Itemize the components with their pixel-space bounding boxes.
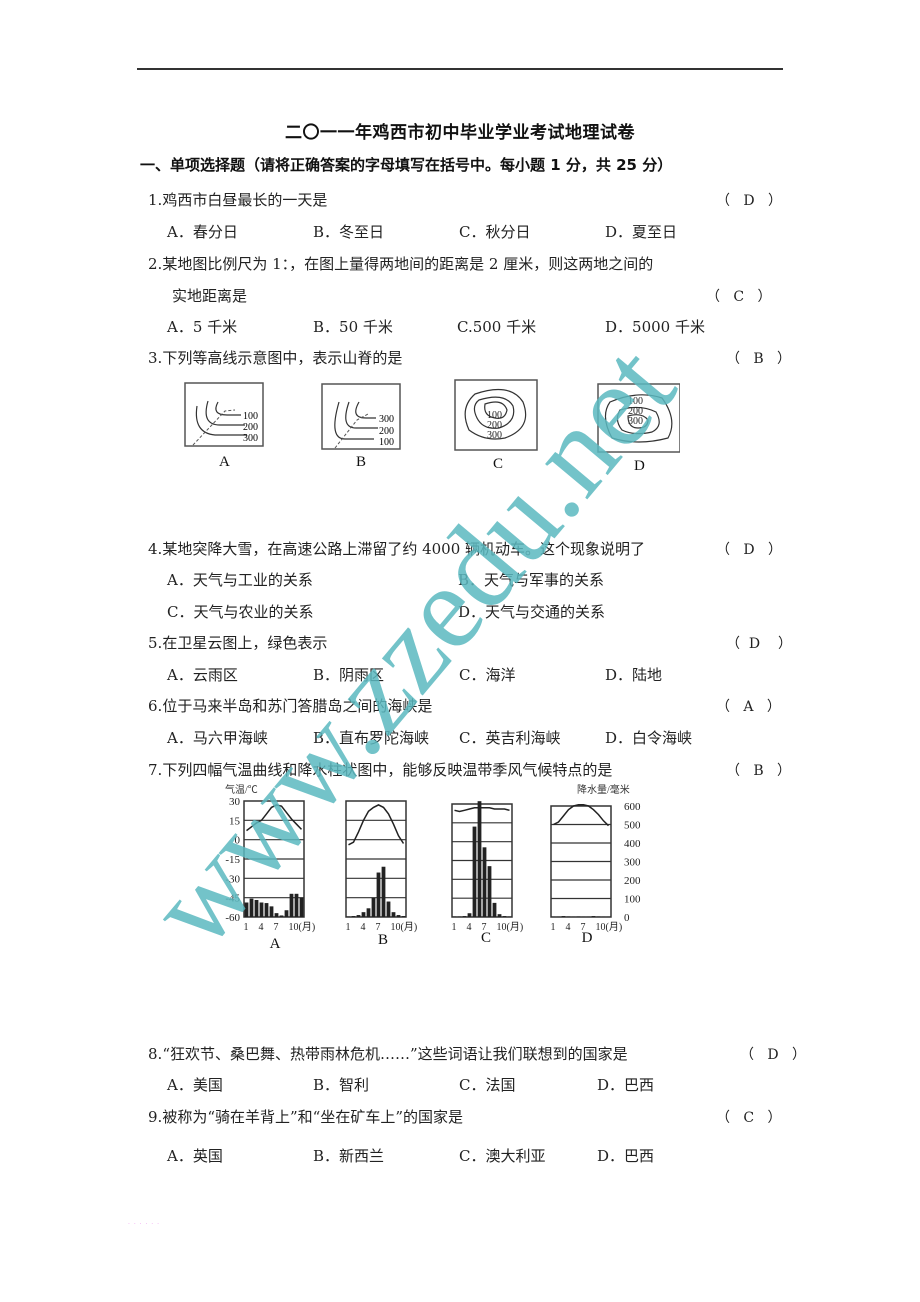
y-tick-left: -15 (225, 854, 240, 866)
precip-bar (259, 902, 264, 917)
right-axis-title: 降水量/毫米 (577, 783, 630, 796)
precip-bar (487, 866, 492, 917)
y-tick-right: 600 (624, 801, 641, 813)
x-tick-label: 4 (361, 922, 366, 933)
y-tick-right: 200 (624, 875, 641, 887)
precip-bar (492, 902, 497, 917)
x-tick-label: 1 (551, 922, 556, 933)
precip-bar (507, 916, 512, 917)
y-tick-right: 500 (624, 820, 641, 832)
precip-bar (361, 912, 366, 917)
decorative-dots: · · · · · · (128, 1221, 160, 1228)
precip-bar (269, 906, 274, 917)
precip-bar (482, 847, 487, 917)
precip-bar (457, 916, 462, 917)
option-9b: B．新西兰 (313, 1147, 385, 1165)
precip-bar (284, 910, 289, 917)
precip-bar (472, 826, 477, 917)
precip-bar (274, 913, 279, 917)
precip-bar (254, 899, 259, 917)
y-tick-left: -60 (225, 912, 240, 924)
precip-bar (396, 915, 401, 917)
precip-bar (366, 908, 371, 917)
option-9c: C．澳大利亚 (459, 1147, 546, 1165)
precip-bar (566, 916, 571, 917)
x-tick-label: 10(月) (497, 921, 524, 933)
precip-bar (502, 916, 507, 917)
chart-label: D (582, 930, 593, 946)
option-9a: A．英国 (167, 1147, 223, 1165)
x-tick-label: 7 (274, 922, 279, 933)
y-tick-right: 300 (624, 857, 641, 869)
precip-bar (591, 916, 596, 917)
precip-bar (497, 914, 502, 917)
precip-bar (351, 916, 356, 917)
precip-bar (289, 893, 294, 917)
precip-bar (299, 897, 304, 917)
question-stem: “狂欢节、桑巴舞、热带雨林危机……”这些词语让我们联想到的国家是 (162, 1045, 628, 1063)
climate-chart-a: 1 4 7 10(月) A 30 15 0 -15 -30 -45 -60 (225, 796, 315, 952)
climate-chart-c: 1 4 7 10(月)C (451, 801, 524, 946)
x-tick-label: 10(月) (289, 921, 316, 933)
climate-chart-d: 1 4 7 10(月)D6005004003002001000 (550, 801, 641, 946)
option-9d: D．巴西 (597, 1147, 655, 1165)
chart-label: A (270, 936, 281, 952)
precip-bar (264, 903, 269, 917)
y-tick-left: 0 (235, 835, 241, 847)
option-8d: D．巴西 (597, 1076, 655, 1094)
precip-bar (244, 902, 249, 917)
y-tick-right: 0 (624, 912, 630, 924)
y-tick-left: 15 (229, 815, 241, 827)
option-8c: C．法国 (459, 1076, 516, 1094)
precip-bar (467, 913, 472, 917)
precip-bar (391, 912, 396, 917)
precip-bar (596, 916, 601, 917)
x-tick-label: 1 (346, 922, 351, 933)
option-8b: B．智利 (313, 1076, 370, 1094)
x-tick-label: 4 (566, 922, 571, 933)
x-tick-label: 4 (467, 922, 472, 933)
precip-bar (356, 915, 361, 917)
x-tick-label: 10(月) (596, 921, 623, 933)
y-tick-right: 400 (624, 838, 641, 850)
precip-bar (381, 866, 386, 917)
question-9: 9.被称为“骑在羊背上”和“坐在矿车上”的国家是 (148, 1108, 463, 1126)
chart-label: B (378, 932, 388, 948)
precip-bar (462, 916, 467, 917)
precip-bar (371, 897, 376, 917)
y-tick-right: 100 (624, 894, 641, 906)
y-tick-left: -30 (225, 873, 240, 885)
precip-bar (386, 901, 391, 917)
option-8a: A．美国 (167, 1076, 223, 1094)
precip-bar (452, 916, 457, 917)
x-tick-label: 10(月) (391, 921, 418, 933)
y-tick-left: 30 (229, 796, 241, 808)
climate-chart-b: 1 4 7 10(月)B (345, 800, 418, 948)
chart-label: C (481, 930, 491, 946)
answer-8: （ D ） (740, 1047, 806, 1063)
precip-bar (249, 898, 254, 917)
precip-bar (346, 916, 351, 917)
precip-bar (279, 915, 284, 917)
y-tick-left: -45 (225, 893, 240, 905)
precip-bar (561, 916, 566, 917)
x-tick-label: 1 (452, 922, 457, 933)
question-8: 8.“狂欢节、桑巴舞、热带雨林危机……”这些词语让我们联想到的国家是 (148, 1045, 628, 1063)
precip-bar (294, 893, 299, 917)
x-tick-label: 1 (244, 922, 249, 933)
precip-bar (576, 916, 581, 917)
precip-bar (477, 801, 482, 917)
precip-bar (376, 872, 381, 917)
x-tick-label: 4 (259, 922, 264, 933)
question-stem: 被称为“骑在羊背上”和“坐在矿车上”的国家是 (162, 1108, 463, 1126)
precip-bar (401, 916, 406, 917)
left-axis-title: 气温/℃ (225, 783, 258, 796)
answer-9: （ C ） (716, 1110, 782, 1126)
